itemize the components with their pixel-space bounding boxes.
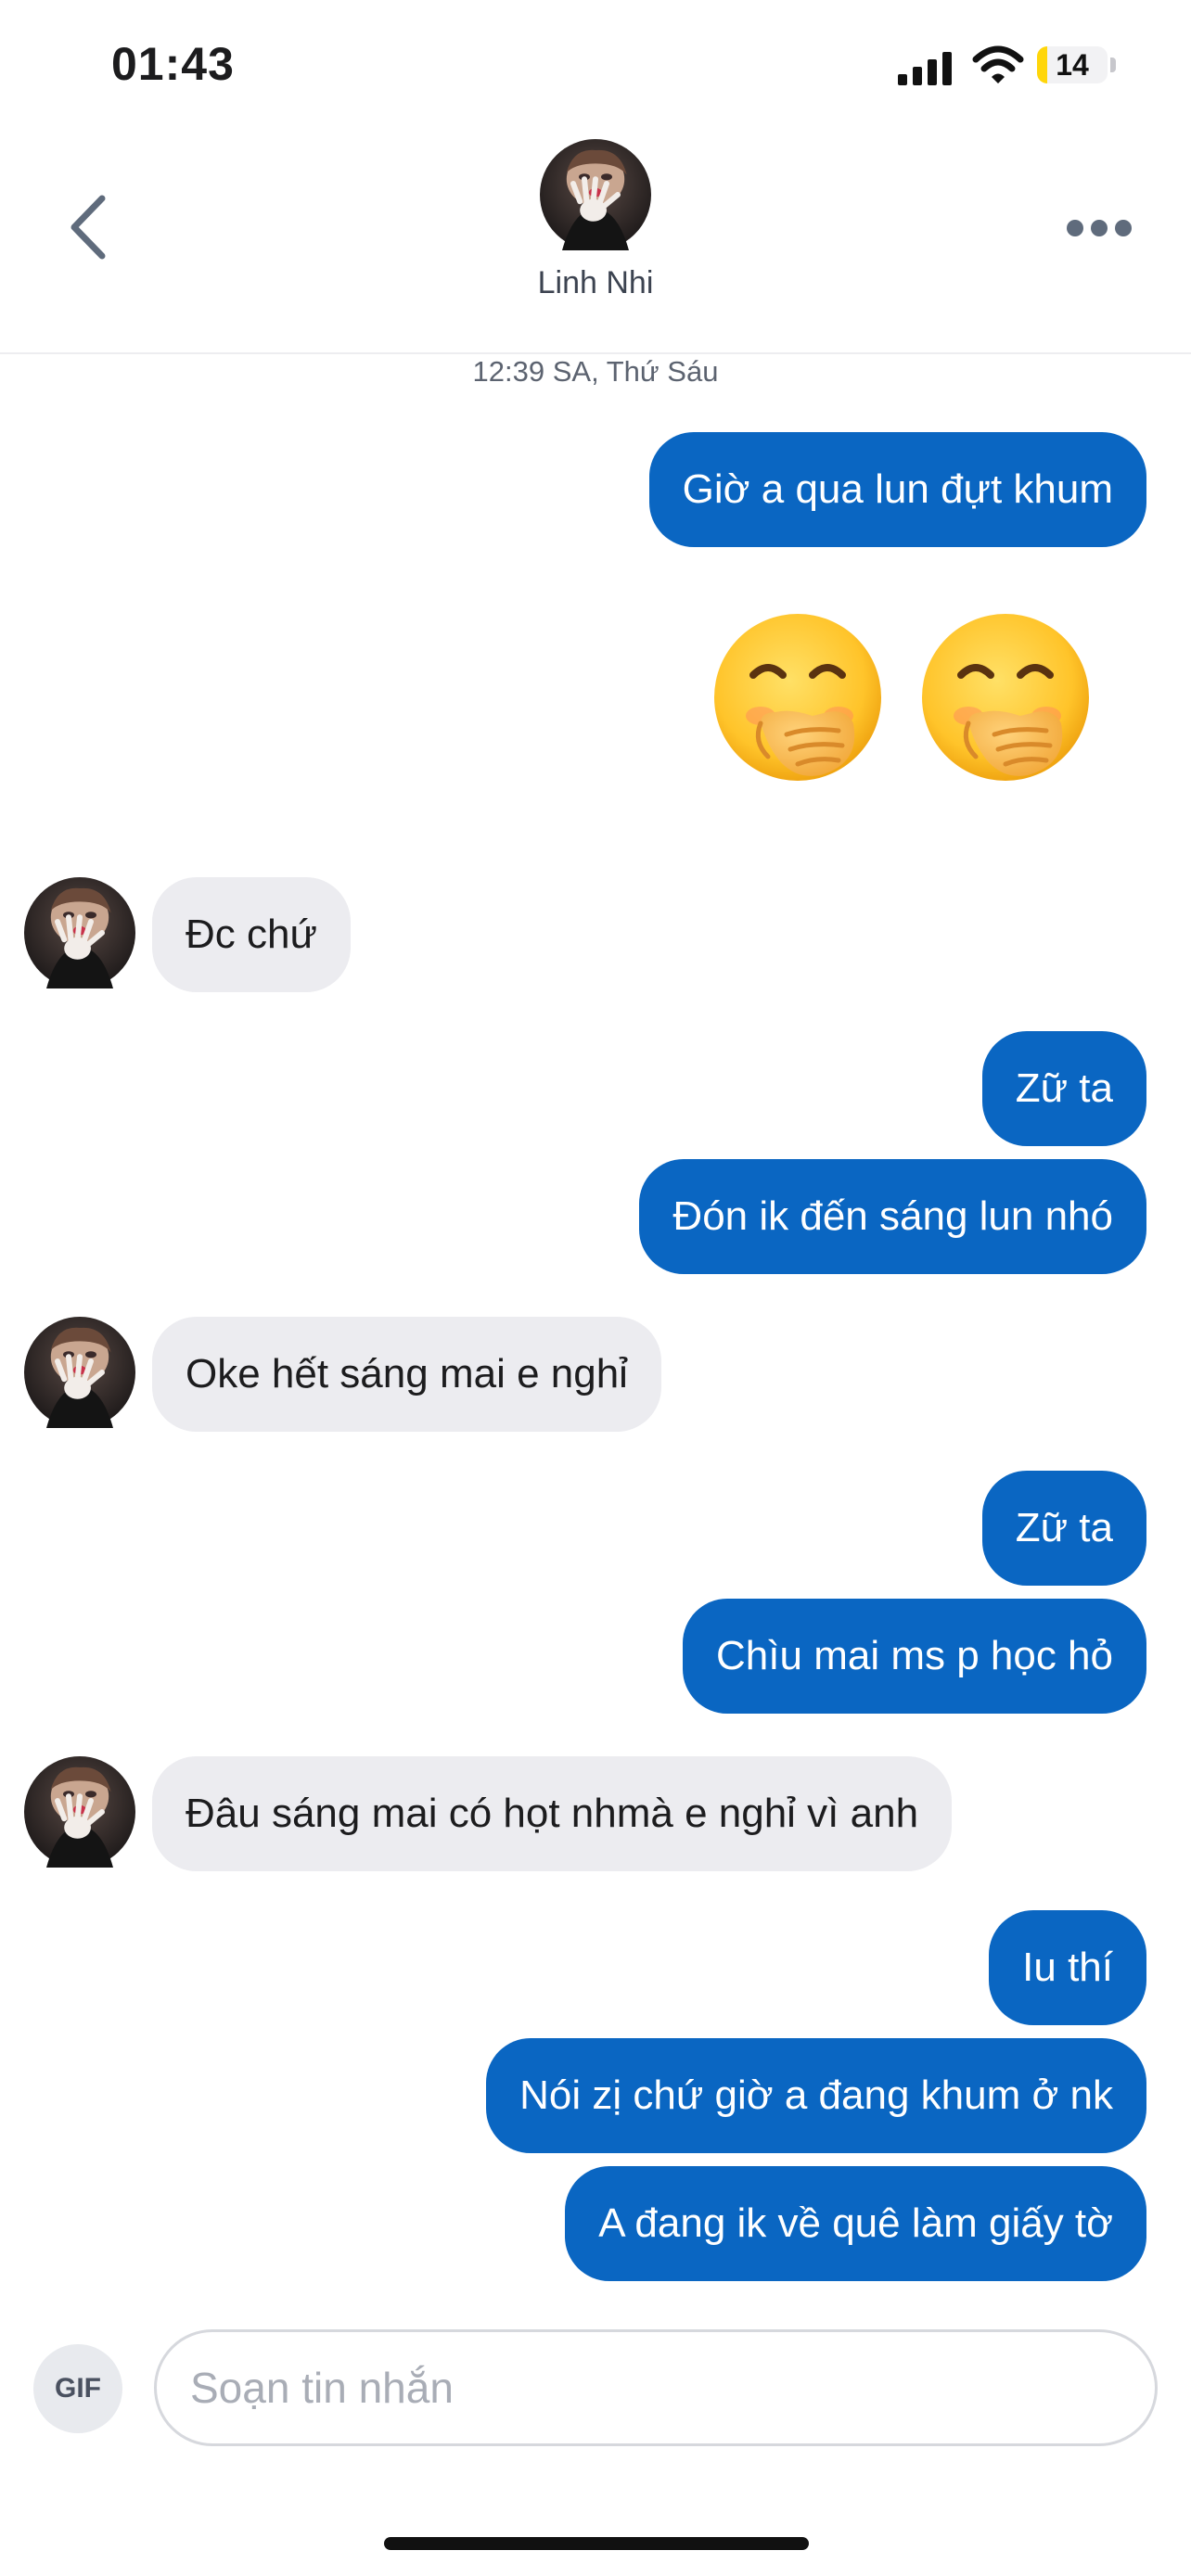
- sender-avatar: [24, 1756, 135, 1868]
- conversation-date-label: 12:39 SA, Thứ Sáu: [472, 355, 719, 388]
- message-bubble-sent[interactable]: Zữ ta: [981, 1471, 1146, 1586]
- sender-avatar: [24, 877, 135, 988]
- status-bar: 01:43 14: [0, 0, 1191, 139]
- back-button[interactable]: [56, 176, 121, 278]
- message-bubble-sent[interactable]: Giờ a qua lun đựt khum: [648, 432, 1146, 547]
- contact-avatar[interactable]: [540, 139, 651, 250]
- message-bubble-sent[interactable]: A đang ik về quê làm giấy tờ: [565, 2166, 1146, 2281]
- message-bubble-sent[interactable]: Chìu mai ms p học hỏ: [683, 1599, 1146, 1714]
- message-bubble-sent[interactable]: Đón ik đến sáng lun nhó: [639, 1159, 1146, 1274]
- wifi-icon: [972, 45, 1024, 83]
- more-dots-icon: [1067, 220, 1083, 236]
- status-time: 01:43: [111, 38, 235, 90]
- message-bubble-received[interactable]: Đâu sáng mai có họt nhmà e nghỉ vì anh: [152, 1756, 953, 1871]
- message-bubble-sent[interactable]: Iu thí: [989, 1910, 1146, 2025]
- contact-name[interactable]: Linh Nhi: [0, 265, 1191, 301]
- message-bubble-sent[interactable]: Zữ ta: [981, 1031, 1146, 1146]
- battery-level: 14: [1056, 48, 1089, 82]
- sender-avatar: [24, 1317, 135, 1428]
- home-indicator[interactable]: [384, 2537, 809, 2550]
- more-options-button[interactable]: [1057, 195, 1141, 260]
- signal-icon: [898, 48, 957, 85]
- message-bubble-received[interactable]: Oke hết sáng mai e nghỉ: [152, 1317, 661, 1432]
- face-with-hand-over-mouth-icon: [913, 608, 1098, 794]
- message-bubble-received[interactable]: Đc chứ: [152, 877, 351, 992]
- gif-button[interactable]: GIF: [33, 2344, 122, 2433]
- face-with-hand-over-mouth-icon: [705, 608, 890, 794]
- back-chevron-icon: [70, 195, 106, 260]
- message-input[interactable]: [154, 2329, 1158, 2446]
- battery-nub: [1110, 57, 1116, 72]
- message-bubble-sent[interactable]: Nói zị chứ giờ a đang khum ở nk: [486, 2038, 1146, 2153]
- chat-header: Linh Nhi: [0, 139, 1191, 354]
- battery-icon: 14: [1037, 46, 1108, 83]
